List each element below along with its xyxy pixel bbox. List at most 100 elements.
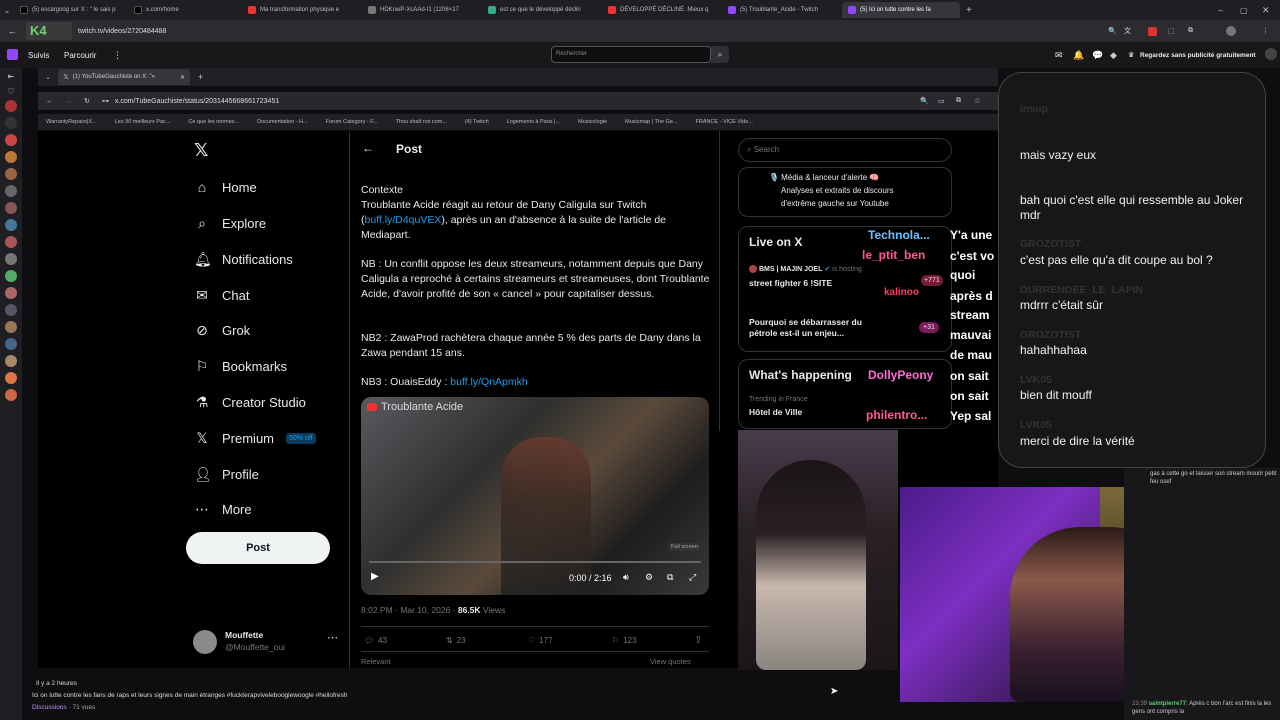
bookmark-item[interactable]: Les 90 meilleurs Pac... bbox=[115, 119, 171, 125]
nav-profile[interactable]: 👤︎ Profile bbox=[194, 466, 259, 482]
outer-tab[interactable]: (5) escargoog sur X : " le sais p bbox=[14, 2, 126, 18]
ad-free-link[interactable]: Regardez sans publicité gratuitement bbox=[1140, 52, 1256, 59]
collapse-rail-icon[interactable]: ⇤ bbox=[0, 72, 22, 81]
zoom-icon[interactable]: 🔍 bbox=[920, 97, 929, 105]
notifications-bell-icon[interactable]: 🔔 bbox=[1073, 50, 1084, 61]
cast-icon[interactable]: ▭ bbox=[938, 97, 945, 105]
sort-relevant-dropdown[interactable]: Relevant bbox=[361, 657, 391, 666]
bookmark-item[interactable]: Ce que les normes... bbox=[188, 119, 239, 125]
account-more-icon[interactable]: ⋯ bbox=[327, 631, 338, 644]
bookmark-item[interactable]: (4) Twitch bbox=[465, 119, 489, 125]
translate-icon[interactable]: 文 bbox=[1124, 26, 1131, 36]
bookmark-button[interactable]: ⚐ 123 bbox=[612, 636, 637, 645]
tab-list-icon[interactable]: ⌄ bbox=[38, 74, 58, 81]
fullscreen-icon[interactable]: ⤢ bbox=[689, 572, 696, 583]
browser-menu-icon[interactable]: ⋮ bbox=[1262, 27, 1269, 35]
live-item[interactable]: Pourquoi se débarrasser du pétrole est-i… bbox=[749, 317, 879, 339]
new-tab-icon[interactable]: + bbox=[198, 72, 203, 82]
reload-icon[interactable]: ↻ bbox=[84, 97, 90, 105]
new-tab-icon[interactable]: + bbox=[966, 5, 972, 16]
x-search-input[interactable]: ⌕ Search bbox=[738, 138, 952, 162]
outer-tab-active[interactable]: (5) Ici on lutte contre les fa bbox=[842, 2, 960, 18]
outer-tab[interactable]: x.com/home bbox=[128, 2, 240, 18]
vod-category-link[interactable]: Discussions bbox=[32, 704, 67, 711]
embedded-video[interactable]: Troublante Acide Full screen ▶ 0:00 / 2:… bbox=[361, 397, 709, 595]
channel-avatar[interactable] bbox=[5, 287, 17, 299]
settings-icon[interactable]: ⚙ bbox=[645, 572, 653, 583]
user-avatar[interactable] bbox=[1265, 48, 1277, 60]
back-arrow-icon[interactable]: ← bbox=[362, 141, 374, 155]
pip-icon[interactable]: ⧉ bbox=[667, 572, 673, 583]
zoom-icon[interactable]: 🔍 bbox=[1108, 27, 1117, 35]
nav-more[interactable]: ⋯ More bbox=[194, 501, 252, 517]
search-icon[interactable]: ⌕ bbox=[711, 46, 729, 63]
channel-avatar[interactable] bbox=[5, 253, 17, 265]
bookmark-item[interactable]: Musicmap | The Ge... bbox=[625, 119, 677, 125]
volume-icon[interactable]: 🔊︎ bbox=[623, 572, 629, 583]
extension-pdf-icon[interactable] bbox=[1148, 26, 1157, 36]
nav-notifications[interactable]: 🔔︎ Notifications bbox=[194, 251, 293, 267]
outer-tab[interactable]: (5) Troublante_Acide - Twitch bbox=[722, 2, 840, 18]
live-item[interactable]: BMS | MAJIN JOEL ✔ is hosting street fig… bbox=[749, 265, 949, 288]
channel-avatar[interactable] bbox=[5, 338, 17, 350]
channel-avatar[interactable] bbox=[5, 236, 17, 248]
outer-tab[interactable]: est ce que le développé déclin bbox=[482, 2, 600, 18]
outer-tab[interactable]: Ma transformation physique e bbox=[242, 2, 360, 18]
channel-avatar[interactable] bbox=[5, 134, 17, 146]
extensions-puzzle-icon[interactable]: ⧉ bbox=[1188, 27, 1193, 35]
bookmark-item[interactable]: FRANCE - VICE Vide... bbox=[695, 119, 752, 125]
bookmark-item[interactable]: WarrantyRepairs|X... bbox=[46, 119, 97, 125]
play-icon[interactable]: ▶ bbox=[371, 571, 379, 582]
twitch-search-input[interactable]: Rechercher bbox=[551, 46, 711, 63]
channel-avatar[interactable] bbox=[5, 117, 17, 129]
maximize-icon[interactable]: ▢ bbox=[1240, 6, 1248, 15]
trend-topic[interactable]: Hôtel de Ville bbox=[749, 407, 802, 417]
bookmark-item[interactable]: Thou shalt not com... bbox=[396, 119, 447, 125]
bookmark-star-icon[interactable]: ☆ bbox=[974, 97, 980, 105]
inbox-icon[interactable]: ✉ bbox=[1055, 50, 1063, 61]
channel-avatar[interactable] bbox=[5, 321, 17, 333]
outer-tab[interactable]: DÉVELOPPÉ DÉCLINÉ. Mieux q bbox=[602, 2, 720, 18]
more-menu-icon[interactable]: ⋮ bbox=[113, 50, 122, 61]
profile-avatar-icon[interactable] bbox=[1226, 26, 1236, 36]
inner-tab-active[interactable]: 𝕏 (1) YouTubeGauchiste on X: "« ✕ bbox=[58, 69, 190, 85]
repost-button[interactable]: ⇅ 23 bbox=[446, 636, 466, 645]
nav-creator-studio[interactable]: ⚗ Creator Studio bbox=[194, 394, 306, 410]
channel-avatar[interactable] bbox=[5, 304, 17, 316]
post-link[interactable]: buff.ly/QnApmkh bbox=[450, 376, 527, 388]
bookmark-item[interactable]: Documentation - H... bbox=[257, 119, 307, 125]
nav-bookmarks[interactable]: ⚐ Bookmarks bbox=[194, 358, 287, 374]
forward-icon[interactable]: → bbox=[65, 98, 72, 105]
channel-avatar[interactable] bbox=[5, 270, 17, 282]
channel-avatar[interactable] bbox=[5, 355, 17, 367]
post-button[interactable]: Post bbox=[186, 532, 330, 564]
bookmark-item[interactable]: Musicologie bbox=[578, 119, 607, 125]
whispers-icon[interactable]: 💬 bbox=[1092, 50, 1103, 61]
chat-username[interactable]: saintpierre77 bbox=[1149, 701, 1186, 707]
outer-url[interactable]: twitch.tv/videos/2720484488 bbox=[78, 28, 166, 35]
outer-tab[interactable]: HDKnwP-XcAAd-I1 (1206×17 bbox=[362, 2, 480, 18]
channel-avatar[interactable] bbox=[5, 185, 17, 197]
channel-avatar[interactable] bbox=[5, 202, 17, 214]
nav-browse[interactable]: Parcourir bbox=[64, 51, 96, 60]
bookmark-item[interactable]: Forum Category - F... bbox=[326, 119, 378, 125]
channel-avatar[interactable] bbox=[5, 151, 17, 163]
nav-chat[interactable]: ✉ Chat bbox=[194, 287, 249, 303]
nav-premium[interactable]: 𝕏 Premium 50% off bbox=[194, 430, 316, 446]
x-logo-icon[interactable]: 𝕏 bbox=[194, 140, 209, 161]
minimize-icon[interactable]: – bbox=[1218, 5, 1223, 15]
channel-avatar[interactable] bbox=[5, 389, 17, 401]
view-quotes-link[interactable]: View quotes bbox=[650, 657, 691, 666]
channel-avatar[interactable] bbox=[5, 372, 17, 384]
share-icon[interactable]: ⧉ bbox=[956, 97, 961, 105]
account-switcher[interactable]: Mouffette @Mouffette_oui ⋯ bbox=[193, 628, 343, 658]
bookmark-item[interactable]: Logements à Paris |... bbox=[507, 119, 560, 125]
inner-url[interactable]: x.com/TubeGauchiste/status/2031445668661… bbox=[115, 98, 279, 105]
back-icon[interactable]: ← bbox=[8, 26, 17, 36]
channel-avatar[interactable] bbox=[5, 168, 17, 180]
nav-home[interactable]: ⌂ Home bbox=[194, 179, 257, 195]
video-progress-track[interactable] bbox=[369, 561, 701, 563]
close-window-icon[interactable]: ✕ bbox=[1262, 5, 1270, 16]
close-tab-icon[interactable]: ✕ bbox=[180, 74, 185, 81]
nav-following[interactable]: Suivis bbox=[28, 51, 49, 60]
